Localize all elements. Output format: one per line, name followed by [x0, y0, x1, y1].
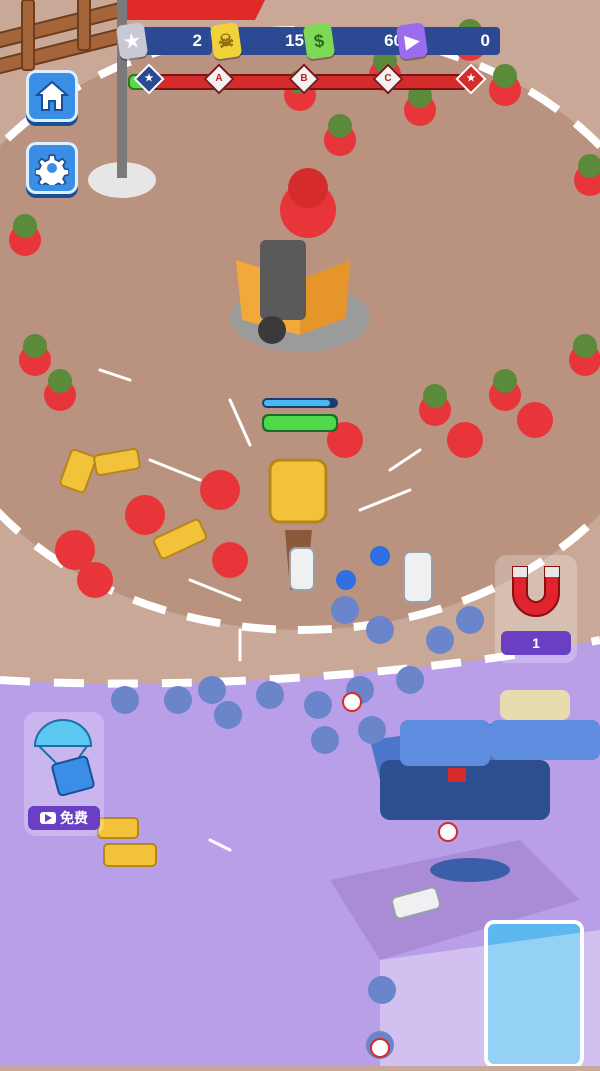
magnet-icon — [512, 566, 560, 617]
skull-card-icon: ☠ — [209, 22, 243, 60]
home-button[interactable] — [26, 70, 78, 122]
airdrop-free-button[interactable]: 免费 — [24, 712, 104, 836]
resource-skull-count: 15 — [234, 27, 314, 55]
airdrop-free-text: 免费 — [60, 810, 88, 826]
magnet-count: 1 — [501, 631, 571, 655]
level-progress-bar: ★ A B C ★ — [118, 63, 487, 95]
resource-badge-count: 2 — [140, 27, 212, 55]
magnet-booster-button[interactable]: 1 — [495, 555, 577, 663]
resource-video-count: 0 — [420, 27, 500, 55]
star-card-icon: ★ — [115, 22, 149, 60]
video-ad-icon — [40, 812, 56, 824]
cash-card-icon: $ — [302, 22, 336, 60]
parachute-crate-icon — [33, 719, 95, 796]
gear-icon — [35, 154, 69, 185]
resource-badge-cards: ★ 2 — [115, 22, 212, 60]
battlefield-ground — [0, 0, 600, 1066]
home-icon — [35, 80, 69, 111]
airdrop-free-label: 免费 — [28, 806, 100, 830]
settings-button[interactable] — [26, 142, 78, 194]
video-card-icon: ▶ — [395, 22, 429, 60]
resource-skull-cards: ☠ 15 — [209, 22, 314, 60]
resource-video-cards: ▶ 0 — [395, 22, 500, 60]
